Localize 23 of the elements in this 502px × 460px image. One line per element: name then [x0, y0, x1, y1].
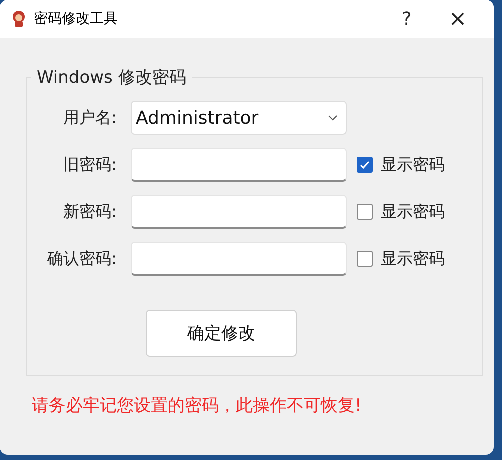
checkbox-label: 显示密码 [381, 202, 445, 222]
checkbox-label: 显示密码 [381, 154, 445, 176]
warning-text: 请务必牢记您设置的密码，此操作不可恢复! [31, 395, 363, 417]
show-password-checkbox[interactable] [357, 157, 373, 173]
confirm-button[interactable]: 确定修改 [146, 310, 297, 357]
close-button[interactable]: × [430, 0, 486, 38]
chevron-down-icon [328, 115, 338, 121]
checkmark-icon [359, 159, 371, 171]
checkbox-label: 显示密码 [381, 248, 445, 270]
field-label: 确认密码: [46, 248, 118, 270]
password-field[interactable] [131, 148, 347, 182]
app-icon [10, 10, 28, 28]
password-field[interactable] [131, 195, 347, 229]
help-button[interactable]: ? [384, 0, 430, 38]
field-label: 新密码: [62, 202, 118, 222]
show-password-checkbox[interactable] [357, 204, 373, 220]
group-title: Windows 修改密码 [36, 67, 188, 89]
show-password-checkbox[interactable] [357, 251, 373, 267]
user-dropdown[interactable]: Administrator [131, 101, 347, 135]
field-label: 用户名: [62, 108, 118, 128]
window-title: 密码修改工具 [34, 10, 119, 28]
password-field[interactable] [131, 242, 347, 276]
field-label: 旧密码: [62, 154, 118, 176]
